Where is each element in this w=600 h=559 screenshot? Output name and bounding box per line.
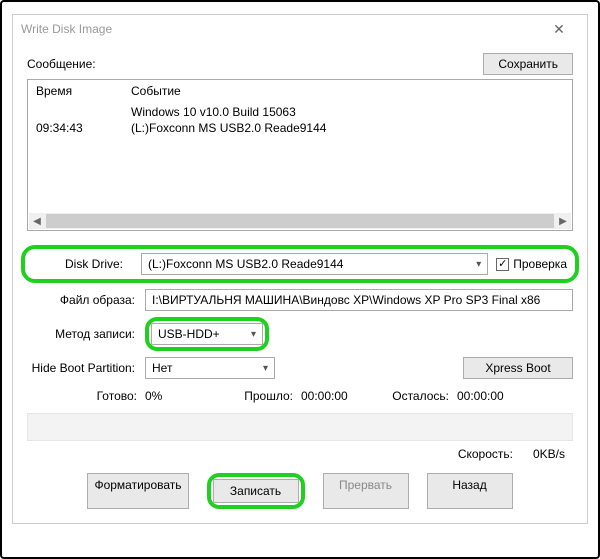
write-method-label: Метод записи: (27, 327, 137, 341)
remaining-label: Осталось: (379, 389, 449, 403)
message-label: Сообщение: (27, 57, 96, 71)
write-method-dropdown[interactable]: USB-HDD+ ▾ (151, 323, 263, 345)
window-title: Write Disk Image (21, 22, 539, 36)
horizontal-scrollbar[interactable]: ◀ ▶ (29, 213, 571, 229)
hide-boot-dropdown[interactable]: Нет ▾ (145, 357, 275, 379)
scroll-thumb[interactable] (46, 214, 554, 228)
abort-button[interactable]: Прервать (323, 473, 409, 509)
back-button[interactable]: Назад (427, 473, 513, 509)
verify-checkbox[interactable]: ✓ Проверка (496, 257, 567, 271)
scroll-left-icon[interactable]: ◀ (29, 214, 45, 228)
write-button-highlight: Записать (207, 473, 305, 509)
outer-frame: Write Disk Image ✕ Сообщение: Сохранить … (0, 0, 600, 559)
write-method-highlight: USB-HDD+ ▾ (145, 317, 269, 351)
disk-drive-highlight: Disk Drive: (L:)Foxconn MS USB2.0 Reade9… (21, 245, 579, 283)
progress-bar (27, 413, 573, 441)
image-file-value: I:\ВИРТУАЛЬНЯ МАШИНА\Виндовс ХР\Windows … (152, 293, 540, 307)
check-icon: ✓ (496, 258, 509, 271)
log-box: Время Событие Windows 10 v10.0 Build 150… (27, 79, 573, 231)
window: Write Disk Image ✕ Сообщение: Сохранить … (12, 14, 588, 524)
log-header: Время Событие (28, 80, 572, 104)
disk-drive-value: (L:)Foxconn MS USB2.0 Reade9144 (148, 257, 470, 271)
log-event: Windows 10 v10.0 Build 15063 (131, 105, 564, 119)
elapsed-value: 00:00:00 (301, 389, 371, 403)
hide-boot-value: Нет (152, 361, 257, 375)
save-button[interactable]: Сохранить (483, 53, 573, 75)
disk-drive-dropdown[interactable]: (L:)Foxconn MS USB2.0 Reade9144 ▾ (141, 253, 488, 275)
scroll-right-icon[interactable]: ▶ (555, 214, 571, 228)
chevron-down-icon: ▾ (251, 329, 256, 340)
remaining-value: 00:00:00 (457, 389, 527, 403)
percent-value: 0% (145, 389, 215, 403)
title-bar: Write Disk Image ✕ (13, 15, 587, 43)
log-header-time: Время (36, 84, 131, 98)
close-button[interactable]: ✕ (539, 21, 579, 38)
elapsed-label: Прошло: (223, 389, 293, 403)
log-header-event: Событие (131, 84, 564, 98)
image-file-field[interactable]: I:\ВИРТУАЛЬНЯ МАШИНА\Виндовс ХР\Windows … (145, 289, 573, 311)
xpress-boot-button[interactable]: Xpress Boot (463, 357, 573, 379)
log-time: 09:34:43 (36, 121, 131, 135)
write-button[interactable]: Записать (213, 479, 299, 503)
speed-value: 0KB/s (533, 447, 565, 461)
chevron-down-icon: ▾ (263, 363, 268, 374)
hide-boot-label: Hide Boot Partition: (27, 361, 137, 375)
chevron-down-icon: ▾ (476, 259, 481, 270)
content-area: Сообщение: Сохранить Время Событие Windo… (13, 43, 587, 523)
log-row: Windows 10 v10.0 Build 15063 (28, 104, 572, 120)
speed-label: Скорость: (458, 447, 513, 461)
verify-label: Проверка (513, 257, 567, 271)
image-file-label: Файл образа: (27, 293, 137, 307)
disk-drive-label: Disk Drive: (65, 257, 133, 271)
log-row: 09:34:43 (L:)Foxconn MS USB2.0 Reade9144 (28, 120, 572, 136)
ready-label: Готово: (27, 389, 137, 403)
log-event: (L:)Foxconn MS USB2.0 Reade9144 (131, 121, 564, 135)
log-time (36, 105, 131, 119)
write-method-value: USB-HDD+ (158, 327, 245, 341)
format-button[interactable]: Форматировать (87, 473, 188, 509)
